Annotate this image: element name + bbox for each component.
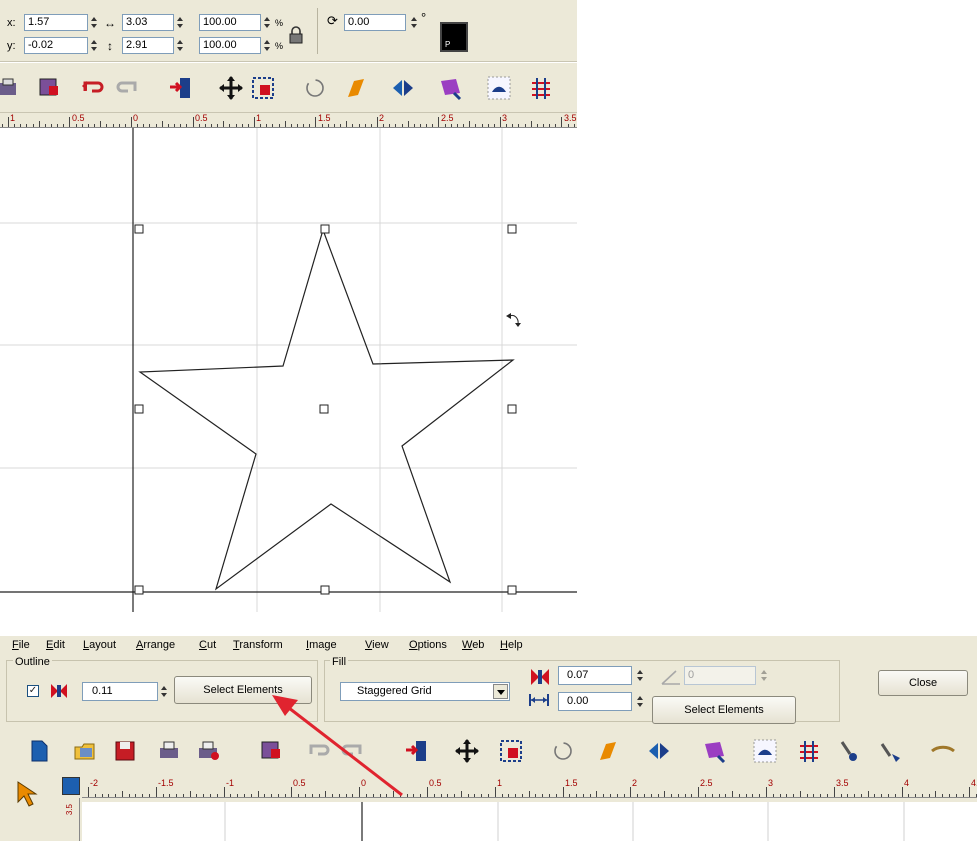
arrow-shaft — [288, 706, 403, 797]
annotation-arrow — [272, 695, 403, 797]
